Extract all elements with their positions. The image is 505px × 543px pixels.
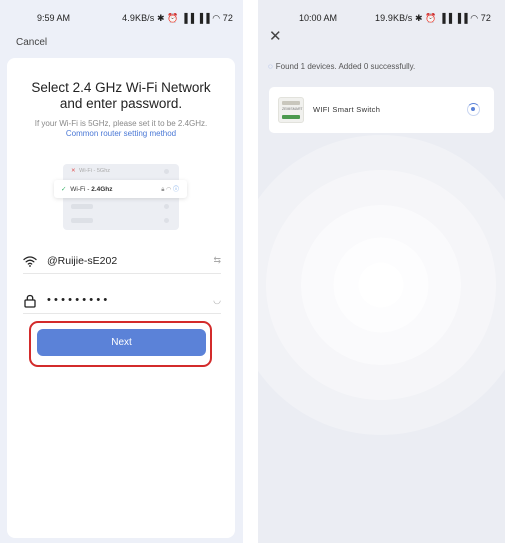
status-bar: 9:59 AM 4.9KB/s ✱ ⏰ ▐▐ ▐▐ ◠ 72 <box>0 0 243 34</box>
status-bar: 10:00 AM 19.9KB/s ✱ ⏰ ▐▐ ▐▐ ◠ 72 <box>258 0 505 34</box>
loading-spinner-icon <box>467 103 480 116</box>
wifi-name-value: @Ruijie-sE202 <box>47 255 118 267</box>
lock-icon <box>24 294 36 308</box>
status-indicators: 4.9KB/s ✱ ⏰ ▐▐ ▐▐ ◠ 72 <box>122 13 233 23</box>
frequency-hint: If your Wi-Fi is 5GHz, please set it to … <box>27 119 215 139</box>
thumb-top <box>282 101 300 105</box>
cross-icon: ✕ <box>71 168 76 174</box>
screenshot-root: 9:59 AM 4.9KB/s ✱ ⏰ ▐▐ ▐▐ ◠ 72 Cancel Se… <box>0 0 505 543</box>
illus-row-24ghz: ✓ Wi-Fi - 2.4Ghz 🔒︎ ◠ ⓘ <box>54 180 187 198</box>
loading-icon: ◌ <box>268 62 273 71</box>
device-name: WIFI Smart Switch <box>313 105 381 114</box>
field-underline <box>23 273 221 274</box>
device-thumbnail: ZEMISMART <box>278 97 304 123</box>
cancel-button[interactable]: Cancel <box>16 37 47 48</box>
title-line-2: and enter password. <box>59 96 183 111</box>
switch-network-icon[interactable]: ⇆ <box>213 255 221 266</box>
hint-text: If your Wi-Fi is 5GHz, please set it to … <box>34 119 208 128</box>
page-title: Select 2.4 GHz Wi-Fi Network and enter p… <box>7 80 235 112</box>
password-value: ••••••••• <box>47 294 111 306</box>
illus-24-prefix: Wi-Fi - <box>70 186 92 193</box>
wifi-setup-screen: 9:59 AM 4.9KB/s ✱ ⏰ ▐▐ ▐▐ ◠ 72 Cancel Se… <box>0 0 243 543</box>
setup-card: Select 2.4 GHz Wi-Fi Network and enter p… <box>7 58 235 538</box>
status-indicators: 19.9KB/s ✱ ⏰ ▐▐ ▐▐ ◠ 72 <box>375 13 491 23</box>
illus-5ghz-label: Wi-Fi - 5Ghz <box>79 168 111 174</box>
illus-placeholder-bar <box>71 218 93 223</box>
illus-placeholder-bar <box>71 204 93 209</box>
password-field[interactable]: ••••••••• ◡ <box>23 292 221 314</box>
wifi-band-illustration: ✕ Wi-Fi - 5Ghz ✓ Wi-Fi - 2.4Ghz 🔒︎ ◠ ⓘ <box>54 164 187 230</box>
wifi-name-field[interactable]: @Ruijie-sE202 ⇆ <box>23 252 221 274</box>
scan-status-text: Found 1 devices. Added 0 successfully. <box>275 62 416 71</box>
close-icon[interactable]: ✕ <box>269 29 282 45</box>
check-icon: ✓ <box>61 186 67 193</box>
title-line-1: Select 2.4 GHz Wi-Fi Network <box>31 80 211 95</box>
status-time: 10:00 AM <box>299 13 338 23</box>
field-underline <box>23 313 221 314</box>
scan-status: ◌ Found 1 devices. Added 0 successfully. <box>268 62 415 71</box>
info-icon: ⓘ <box>172 187 179 193</box>
illus-dot <box>164 204 169 209</box>
illus-24-bold: 2.4Ghz <box>91 186 113 193</box>
illus-row-5ghz: ✕ Wi-Fi - 5Ghz <box>63 164 179 178</box>
illus-dot <box>164 218 169 223</box>
next-button[interactable]: Next <box>37 329 206 356</box>
wifi-icon: ◠ <box>166 187 172 193</box>
ripple-ring <box>358 262 404 308</box>
illus-dot <box>164 169 169 174</box>
lock-icon: 🔒︎ <box>161 187 165 193</box>
show-password-icon[interactable]: ◡ <box>213 295 221 306</box>
device-scan-screen: 10:00 AM 19.9KB/s ✱ ⏰ ▐▐ ▐▐ ◠ 72 ✕ ◌ Foun… <box>258 0 505 543</box>
device-list-item[interactable]: ZEMISMART WIFI Smart Switch <box>269 87 494 133</box>
thumb-brand: ZEMISMART <box>282 107 303 111</box>
thumb-bottom <box>282 115 300 119</box>
status-time: 9:59 AM <box>37 13 71 23</box>
illus-row-icons: 🔒︎ ◠ ⓘ <box>161 184 179 194</box>
wifi-icon <box>23 256 37 267</box>
router-setting-link[interactable]: Common router setting method <box>66 129 176 138</box>
